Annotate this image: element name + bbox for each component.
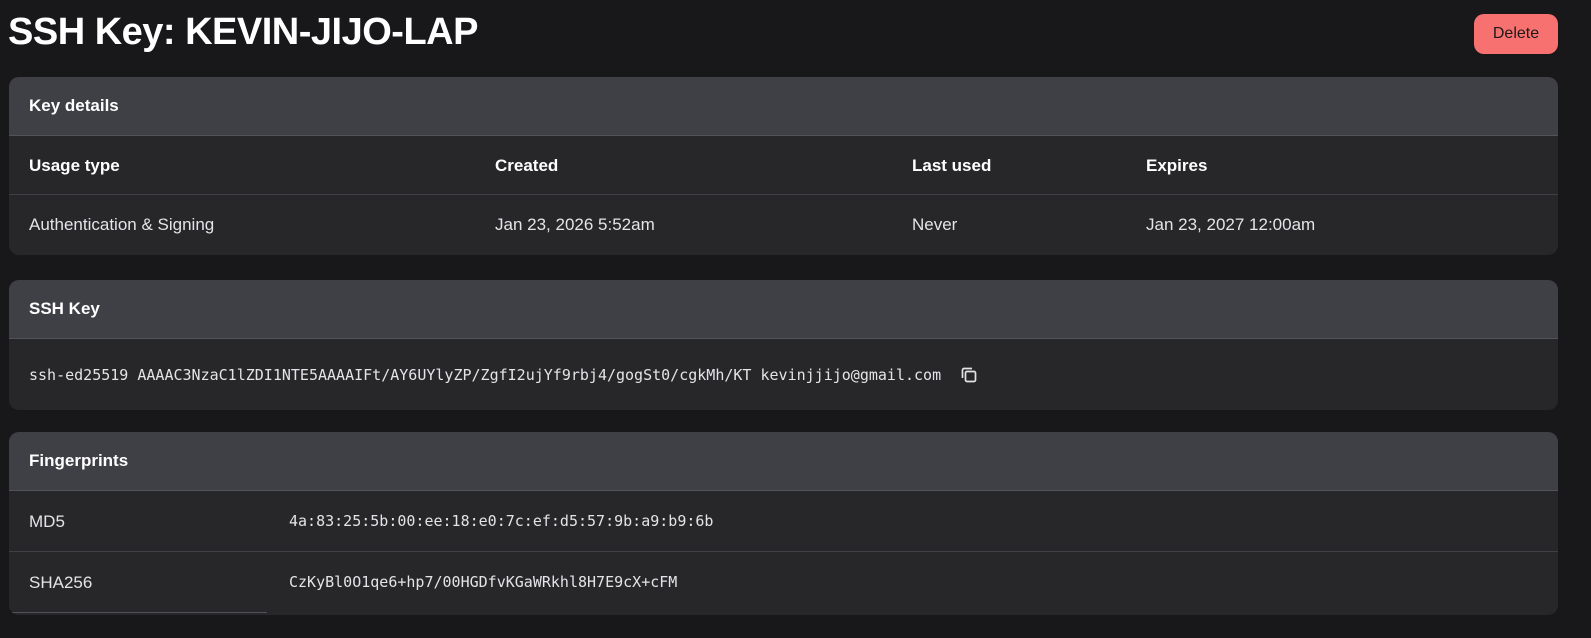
fingerprint-row-md5: MD5 4a:83:25:5b:00:ee:18:e0:7c:ef:d5:57:… (9, 491, 1558, 552)
key-details-header: Key details (9, 77, 1558, 136)
column-created: Created (495, 156, 559, 175)
last-used-value: Never (912, 215, 958, 234)
label-underline (9, 612, 267, 613)
fingerprint-label: SHA256 (29, 573, 93, 592)
fingerprint-value: CzKyBl0O1qe6+hp7/00HGDfvKGaWRkhl8H7E9cX+… (289, 573, 678, 591)
ssh-key-body: ssh-ed25519 AAAAC3NzaC1lZDI1NTE5AAAAIFt/… (9, 339, 1558, 410)
expires-value: Jan 23, 2027 12:00am (1146, 215, 1316, 234)
key-details-card: Key details Usage type Created Last used… (9, 77, 1558, 255)
ssh-key-value[interactable]: ssh-ed25519 AAAAC3NzaC1lZDI1NTE5AAAAIFt/… (29, 366, 941, 384)
ssh-key-card: SSH Key ssh-ed25519 AAAAC3NzaC1lZDI1NTE5… (9, 280, 1558, 410)
delete-button[interactable]: Delete (1474, 14, 1558, 54)
fingerprint-label: MD5 (29, 512, 65, 531)
usage-type-value: Authentication & Signing (29, 215, 215, 234)
column-usage-type: Usage type (29, 156, 120, 175)
fingerprints-card: Fingerprints MD5 4a:83:25:5b:00:ee:18:e0… (9, 432, 1558, 615)
column-expires: Expires (1146, 156, 1208, 175)
copy-icon[interactable] (959, 365, 979, 385)
page-title: SSH Key: KEVIN-JIJO-LAP (8, 11, 478, 53)
column-last-used: Last used (912, 156, 992, 175)
fingerprint-value: 4a:83:25:5b:00:ee:18:e0:7c:ef:d5:57:9b:a… (289, 512, 714, 530)
ssh-key-header: SSH Key (9, 280, 1558, 339)
created-value: Jan 23, 2026 5:52am (495, 215, 655, 234)
fingerprints-header: Fingerprints (9, 432, 1558, 491)
ssh-key-page: SSH Key: KEVIN-JIJO-LAP Delete Key detai… (0, 0, 1591, 638)
fingerprint-row-sha256: SHA256 CzKyBl0O1qe6+hp7/00HGDfvKGaWRkhl8… (9, 552, 1558, 613)
key-details-row: Authentication & Signing Jan 23, 2026 5:… (9, 195, 1558, 254)
key-details-column-headers: Usage type Created Last used Expires (9, 136, 1558, 195)
